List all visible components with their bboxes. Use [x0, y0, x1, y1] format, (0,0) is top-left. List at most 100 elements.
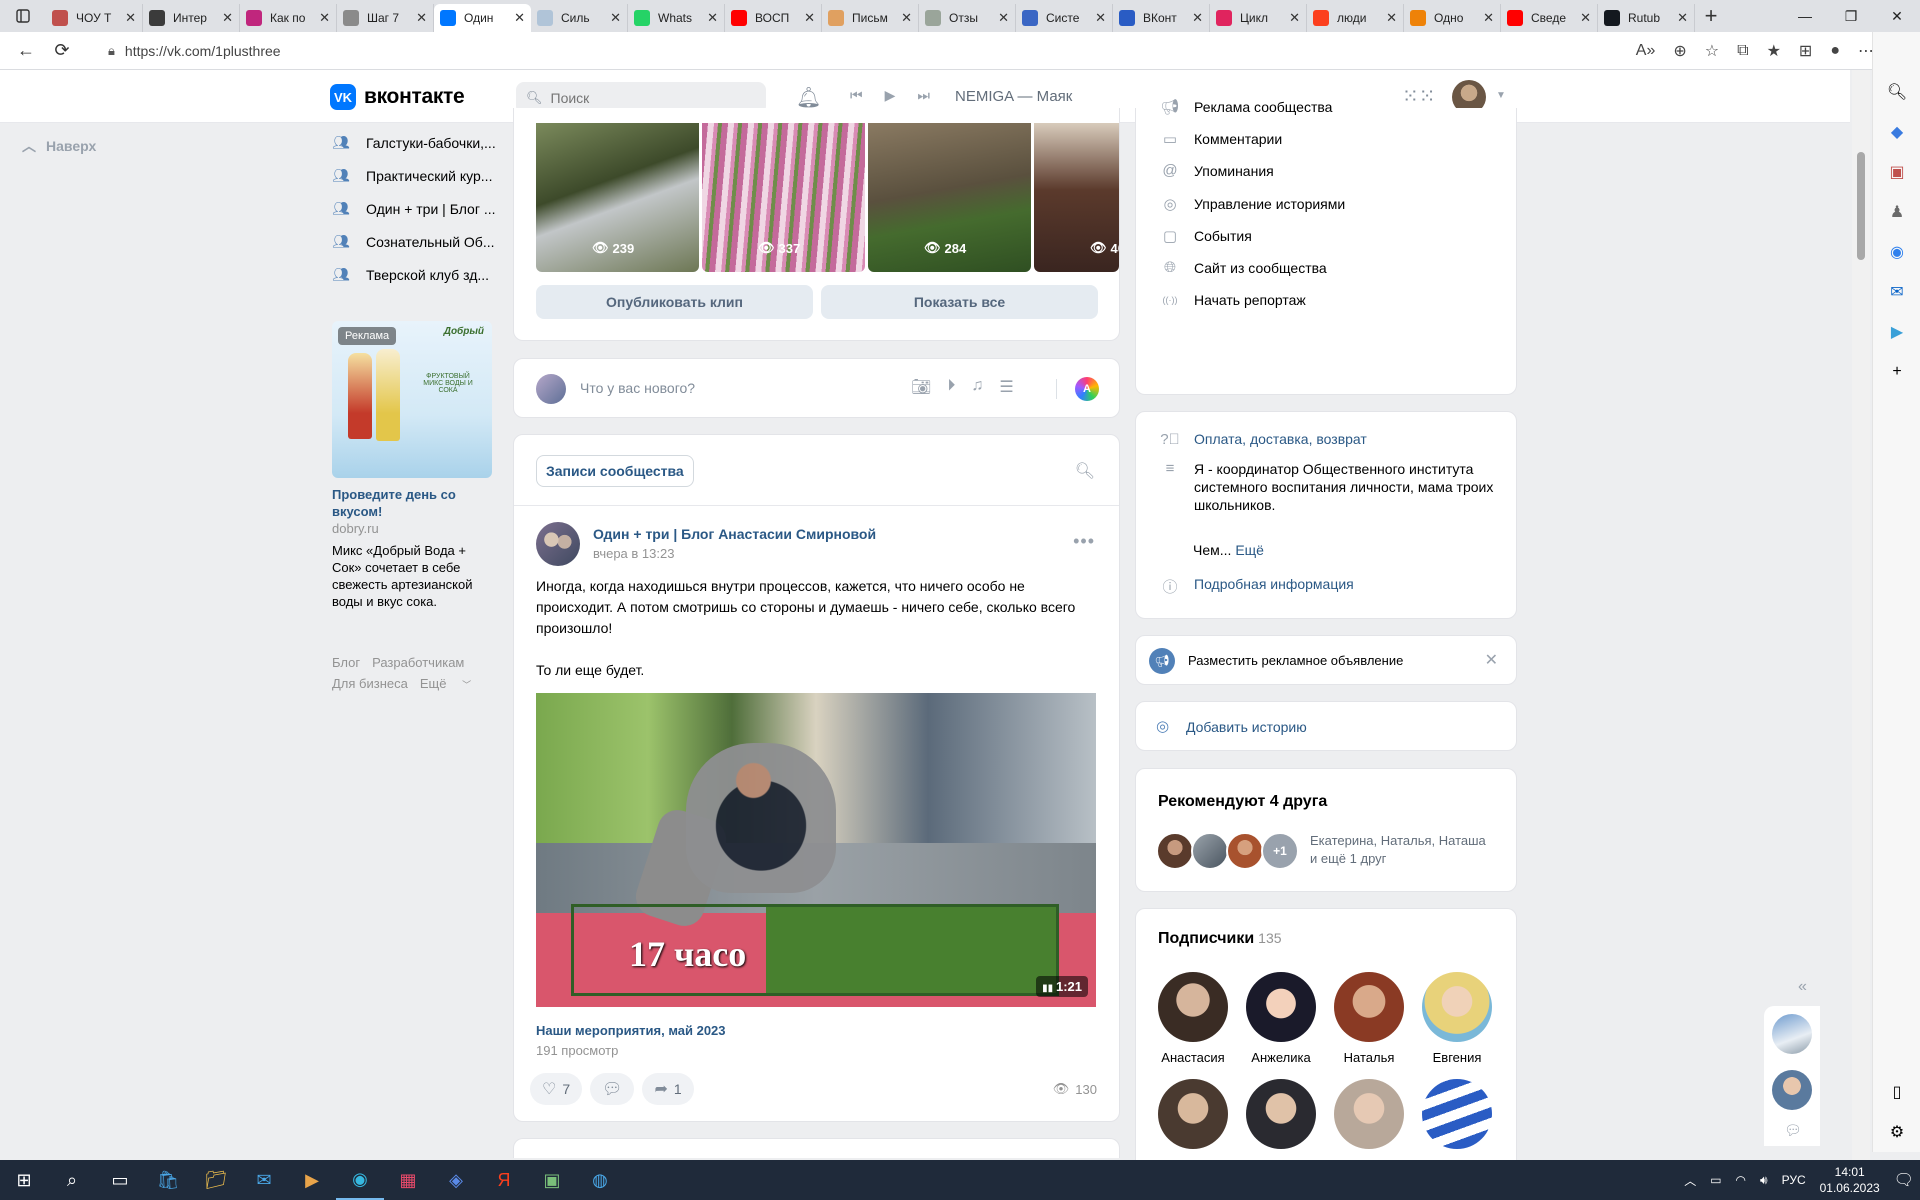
yandex-browser-icon[interactable]: Я — [480, 1160, 528, 1200]
add-sidebar-icon[interactable]: + — [1873, 352, 1920, 392]
app-icon[interactable]: ◈ — [432, 1160, 480, 1200]
collections-icon[interactable]: ⊞ — [1799, 41, 1812, 61]
tools-icon[interactable]: ▣ — [1873, 152, 1920, 192]
friends-more-badge[interactable]: +1 — [1261, 832, 1299, 870]
publish-clip-button[interactable]: Опубликовать клип — [536, 285, 813, 319]
play-icon[interactable]: ▶ — [885, 87, 896, 104]
clip-thumbnail[interactable]: 👁︎ 284 — [868, 123, 1031, 272]
close-tab-icon[interactable]: ✕ — [901, 10, 912, 26]
sidebar-toggle-icon[interactable]: ▯ — [1873, 1072, 1920, 1112]
search-input[interactable] — [550, 90, 751, 106]
music-icon[interactable]: ♫ — [971, 377, 983, 397]
browser-tab[interactable]: Систе ✕ — [1016, 4, 1113, 32]
browser-tab[interactable]: Отзы ✕ — [919, 4, 1016, 32]
sidebar-group-item[interactable]: 👥︎ Галстуки-бабочки,... — [332, 126, 496, 159]
close-tab-icon[interactable]: ✕ — [1580, 10, 1591, 26]
profile-icon[interactable]: ● — [1830, 42, 1840, 60]
next-track-icon[interactable]: ⏭ — [917, 87, 930, 104]
sidebar-group-item[interactable]: 👥︎ Тверской клуб зд... — [332, 258, 496, 291]
scroll-to-top-link[interactable]: ︿ Наверх — [22, 136, 96, 156]
post-author-avatar[interactable] — [536, 522, 580, 566]
drop-icon[interactable]: ▶ — [1873, 312, 1920, 352]
browser-tab[interactable]: Один ✕ — [434, 4, 531, 32]
edge-browser-icon[interactable]: ◉ — [336, 1160, 384, 1200]
details-row[interactable]: ⓘ Подробная информация — [1160, 576, 1353, 597]
subscriber[interactable] — [1153, 1079, 1233, 1149]
subscribers-title[interactable]: Подписчики 135 — [1158, 930, 1282, 948]
close-tab-icon[interactable]: ✕ — [222, 10, 233, 26]
close-tab-icon[interactable]: ✕ — [1483, 10, 1494, 26]
task-view-icon[interactable]: ▭ — [96, 1160, 144, 1200]
app-icon[interactable]: ◍ — [576, 1160, 624, 1200]
menu-item[interactable]: 🌐︎ Сайт из сообщества — [1160, 259, 1327, 276]
close-tab-icon[interactable]: ✕ — [804, 10, 815, 26]
read-aloud-icon[interactable]: A» — [1636, 42, 1656, 60]
close-tab-icon[interactable]: ✕ — [416, 10, 427, 26]
ad-image[interactable]: Реклама Добрый ФРУКТОВЫЙ МИКС ВОДЫ И СОК… — [332, 321, 492, 478]
tab-community-posts[interactable]: Записи сообщества — [536, 455, 694, 487]
ad-title[interactable]: Проведите день со вкусом! — [332, 486, 492, 520]
close-tab-icon[interactable]: ✕ — [1095, 10, 1106, 26]
browser-tab[interactable]: Как по ✕ — [240, 4, 337, 32]
friends-names[interactable]: Екатерина, Наталья, Наташа и ещё 1 друг — [1310, 832, 1490, 868]
share-button[interactable]: ➦ 1 — [642, 1073, 694, 1105]
menu-item[interactable]: ◎ Управление историями — [1160, 195, 1345, 213]
comment-button[interactable]: 💬︎ — [590, 1073, 635, 1105]
back-button[interactable]: ← — [8, 35, 44, 67]
subscriber[interactable] — [1329, 1079, 1409, 1149]
tray-chevron-icon[interactable]: ︿ — [1684, 1172, 1696, 1189]
settings-icon[interactable]: ⚙ — [1873, 1112, 1920, 1152]
close-tab-icon[interactable]: ✕ — [610, 10, 621, 26]
file-explorer-icon[interactable]: 📁︎ — [192, 1160, 240, 1200]
shopping-icon[interactable]: ◆ — [1873, 112, 1920, 152]
menu-item[interactable]: ▭ Комментарии — [1160, 130, 1282, 148]
browser-tab[interactable]: Сведе ✕ — [1501, 4, 1598, 32]
post-video[interactable]: 17 часо ▮▮ 1:21 — [536, 693, 1096, 1007]
add-story-card[interactable]: ◎ Добавить историю — [1135, 701, 1517, 751]
restore-button[interactable]: ❐ — [1828, 0, 1874, 32]
sidebar-group-item[interactable]: 👥︎ Практический кур... — [332, 159, 496, 192]
footer-more-link[interactable]: Ещё ﹀ — [420, 676, 483, 691]
chat-avatar[interactable] — [1772, 1014, 1812, 1054]
clock[interactable]: 14:01 01.06.2023 — [1820, 1164, 1880, 1196]
close-window-button[interactable]: ✕ — [1874, 0, 1920, 32]
search-sidebar-icon[interactable]: 🔍︎ — [1873, 72, 1920, 112]
browser-tab[interactable]: ВКонт ✕ — [1113, 4, 1210, 32]
post-time[interactable]: вчера в 13:23 — [593, 546, 674, 561]
camera-icon[interactable]: 📷︎ — [911, 377, 931, 397]
friend-avatar[interactable] — [1156, 832, 1194, 870]
refresh-button[interactable]: ⟳ — [44, 35, 80, 67]
subscriber[interactable]: Анастасия — [1153, 972, 1233, 1065]
show-more-link[interactable]: Ещё — [1235, 542, 1264, 558]
vk-logo[interactable]: VK вконтакте — [330, 84, 465, 110]
friend-avatar[interactable] — [1226, 832, 1264, 870]
browser-tab[interactable]: Силь ✕ — [531, 4, 628, 32]
show-all-clips-button[interactable]: Показать все — [821, 285, 1098, 319]
footer-dev-link[interactable]: Разработчикам — [372, 655, 464, 670]
browser-tab[interactable]: Письм ✕ — [822, 4, 919, 32]
sidebar-group-item[interactable]: 👥︎ Один + три | Блог ... — [332, 192, 496, 225]
media-icon[interactable]: ▶ — [288, 1160, 336, 1200]
start-windows-icon[interactable]: ⊞ — [0, 1160, 48, 1200]
video-icon[interactable]: ⏵ — [947, 377, 955, 397]
clip-thumbnail[interactable]: 👁︎ 239 — [536, 123, 699, 272]
sidebar-group-item[interactable]: 👥︎ Сознательный Об... — [332, 225, 496, 258]
promo-card[interactable]: 📢︎ Разместить рекламное объявление ✕ — [1135, 635, 1517, 685]
sidebar-ad[interactable]: Реклама Добрый ФРУКТОВЫЙ МИКС ВОДЫ И СОК… — [332, 321, 492, 610]
close-tab-icon[interactable]: ✕ — [125, 10, 136, 26]
favorites-icon[interactable]: ★ — [1767, 41, 1781, 61]
add-story-link[interactable]: Добавить историю — [1186, 719, 1307, 735]
menu-item[interactable]: ▢ События — [1160, 227, 1252, 245]
chevron-down-icon[interactable]: ▼ — [1496, 90, 1506, 101]
close-tab-icon[interactable]: ✕ — [514, 10, 525, 26]
subscriber[interactable]: Наталья — [1329, 972, 1409, 1065]
new-tab-button[interactable]: + — [1695, 3, 1727, 29]
browser-tab[interactable]: Одно ✕ — [1404, 4, 1501, 32]
notifications-icon[interactable]: 🗨︎ — [1894, 1170, 1914, 1190]
outlook-icon[interactable]: ✉ — [1873, 272, 1920, 312]
browser-tab[interactable]: Шаг 7 ✕ — [337, 4, 434, 32]
browser-tab[interactable]: ВОСП ✕ — [725, 4, 822, 32]
compose-input[interactable]: Что у вас нового? — [580, 380, 695, 396]
apps-grid-icon[interactable]: ⁙⁙ — [1402, 84, 1436, 109]
office-icon[interactable]: ◉ — [1873, 232, 1920, 272]
